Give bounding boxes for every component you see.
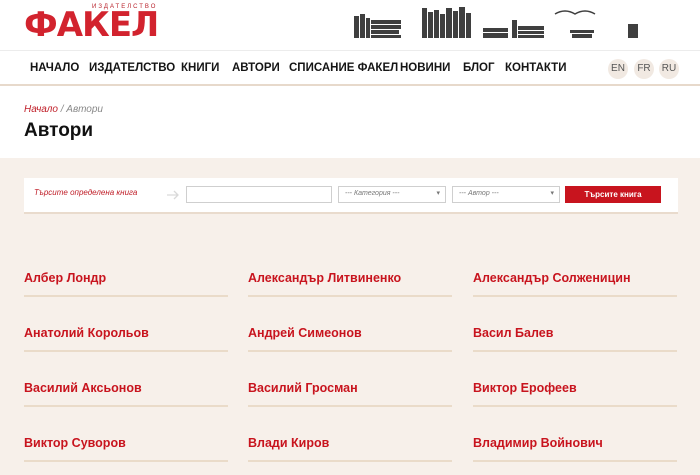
page-header: Начало / Автори Автори <box>0 86 700 158</box>
author-select[interactable]: --- Автор --- ▾ <box>452 186 560 203</box>
book-search-form: Търсите определена книга --- Категория -… <box>24 178 678 214</box>
bookshelf-illustration <box>354 7 638 38</box>
nav-item-home[interactable]: НАЧАЛО <box>30 62 79 74</box>
logo[interactable]: ИЗДАТЕЛСТВО ФАКЕЛ <box>24 4 164 44</box>
author-link[interactable]: Васил Балев <box>473 326 677 352</box>
header: ИЗДАТЕЛСТВО ФАКЕЛ <box>0 0 700 50</box>
search-input[interactable] <box>186 186 332 203</box>
chevron-down-icon: ▾ <box>436 190 440 197</box>
author-link[interactable]: Василий Гросман <box>248 381 452 407</box>
author-select-value: --- Автор --- <box>459 190 499 197</box>
arrow-right-icon <box>167 190 179 200</box>
author-link[interactable]: Анатолий Корольов <box>24 326 228 352</box>
category-select[interactable]: --- Категория --- ▾ <box>338 186 446 203</box>
nav-item-news[interactable]: НОВИНИ <box>400 62 450 74</box>
search-label: Търсите определена книга <box>34 188 138 197</box>
nav-item-publisher[interactable]: ИЗДАТЕЛСТВО <box>89 62 175 74</box>
main-nav: НАЧАЛО ИЗДАТЕЛСТВО КНИГИ АВТОРИ СПИСАНИЕ… <box>0 50 700 86</box>
author-link[interactable]: Александър Солженицин <box>473 271 677 297</box>
nav-item-blog[interactable]: БЛОГ <box>463 62 495 74</box>
author-link[interactable]: Александър Литвиненко <box>248 271 452 297</box>
author-link[interactable]: Андрей Симеонов <box>248 326 452 352</box>
author-link[interactable]: Виктор Суворов <box>24 436 228 462</box>
author-link[interactable]: Владимир Войнович <box>473 436 677 462</box>
breadcrumb-home-link[interactable]: Начало <box>24 104 58 115</box>
nav-item-authors[interactable]: АВТОРИ <box>232 62 280 74</box>
nav-item-magazine[interactable]: СПИСАНИЕ ФАКЕЛ <box>289 62 398 74</box>
author-link[interactable]: Василий Аксьонов <box>24 381 228 407</box>
lang-fr-button[interactable]: FR <box>634 59 654 79</box>
breadcrumb-current: Автори <box>66 104 103 115</box>
category-select-value: --- Категория --- <box>345 190 400 197</box>
breadcrumb: Начало / Автори <box>24 104 103 115</box>
page-title: Автори <box>24 120 94 141</box>
lang-en-button[interactable]: EN <box>608 59 628 79</box>
author-link[interactable]: Виктор Ерофеев <box>473 381 677 407</box>
search-button[interactable]: Търсите книга <box>565 186 661 203</box>
chevron-down-icon: ▾ <box>550 190 554 197</box>
lang-ru-button[interactable]: RU <box>659 59 679 79</box>
logo-text: ФАКЕЛ <box>24 5 159 45</box>
author-link[interactable]: Влади Киров <box>248 436 452 462</box>
nav-item-contacts[interactable]: КОНТАКТИ <box>505 62 566 74</box>
author-link[interactable]: Албер Лондр <box>24 271 228 297</box>
nav-item-books[interactable]: КНИГИ <box>181 62 219 74</box>
